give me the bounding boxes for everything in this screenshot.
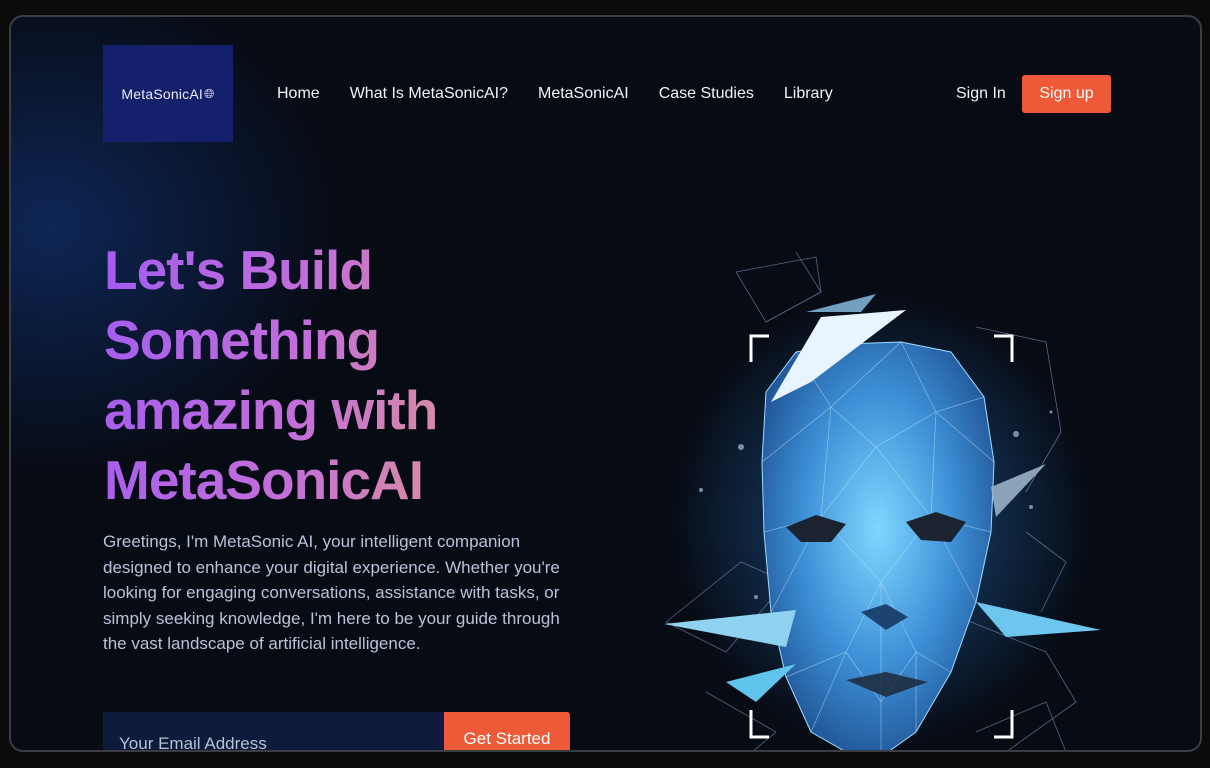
- hero-description: Greetings, I'm MetaSonic AI, your intell…: [103, 532, 560, 654]
- sign-up-button[interactable]: Sign up: [1022, 75, 1111, 113]
- hero-title: Let's Build Something amazing with MetaS…: [104, 235, 564, 515]
- nav-home[interactable]: Home: [277, 85, 320, 103]
- nav-case-studies[interactable]: Case Studies: [659, 85, 754, 103]
- nav-library[interactable]: Library: [784, 85, 833, 103]
- get-started-button[interactable]: Get Started: [444, 712, 570, 750]
- ai-face-illustration: [664, 251, 1101, 750]
- hero-title-line: amazing with: [104, 379, 438, 441]
- globe-icon: 🌐︎: [203, 85, 215, 101]
- main-nav: Home What Is MetaSonicAI? MetaSonicAI Ca…: [277, 85, 863, 103]
- sign-in-link[interactable]: Sign In: [956, 85, 1006, 103]
- app-window: MetaSonicAI 🌐︎ Home What Is MetaSonicAI? …: [9, 15, 1202, 752]
- logo[interactable]: MetaSonicAI 🌐︎: [103, 45, 233, 142]
- email-input[interactable]: [103, 712, 445, 750]
- hero-title-line: Let's Build: [104, 239, 372, 301]
- hero-title-line: MetaSonicAI: [104, 449, 424, 511]
- hero-title-line: Something: [104, 309, 380, 371]
- logo-text: MetaSonicAI: [121, 85, 203, 102]
- nav-what-is[interactable]: What Is MetaSonicAI?: [350, 85, 508, 103]
- nav-metasonicai[interactable]: MetaSonicAI: [538, 85, 629, 103]
